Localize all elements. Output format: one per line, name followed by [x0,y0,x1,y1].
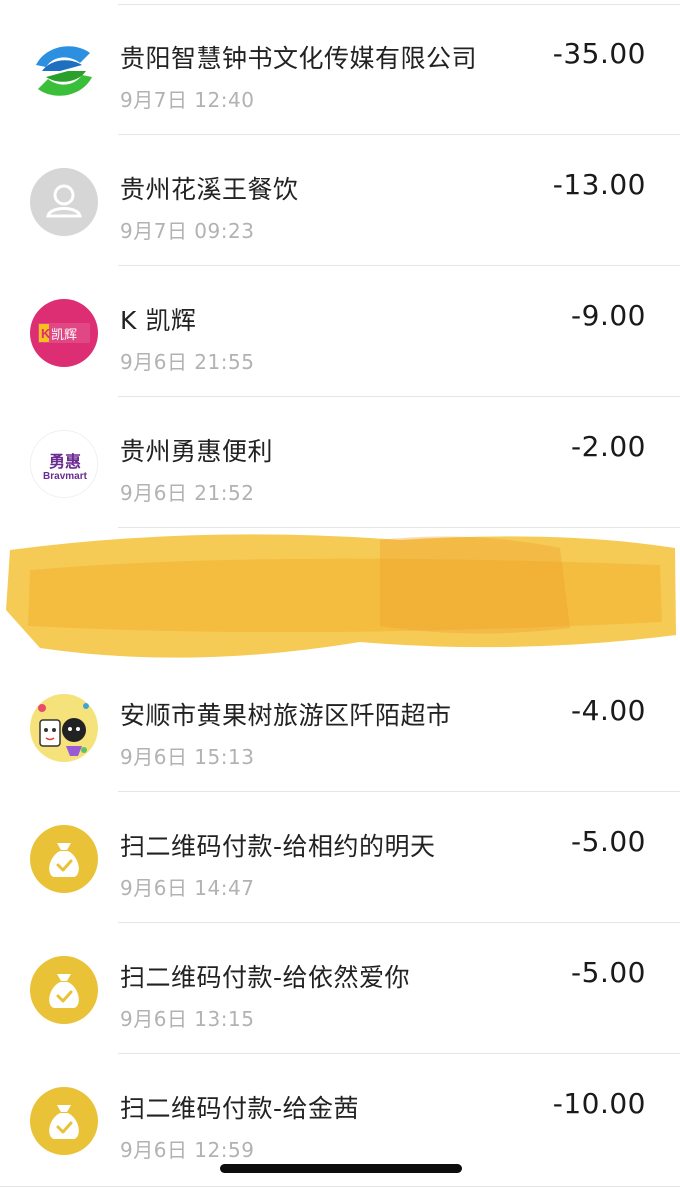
money-bag-icon [30,1087,98,1155]
transaction-name: 扫二维码付款-给依然爱你 [120,963,411,992]
transaction-row[interactable]: K 凯辉 K 凯辉 9月6日 21:55 -9.00 [0,266,680,397]
transaction-time: 9月6日 13:15 [120,1007,255,1031]
money-bag-icon [30,956,98,1024]
transaction-amount: -9.00 [571,299,646,332]
transaction-name: 贵阳智慧钟书文化传媒有限公司 [120,44,478,73]
k-kaihui-logo-icon: K 凯辉 [30,299,98,367]
transaction-name: K 凯辉 [120,306,197,335]
transaction-amount: -5.00 [571,825,646,858]
transaction-row[interactable]: 勇惠 Bravmart 贵州勇惠便利 9月6日 21:52 -2.00 [0,397,680,528]
transaction-row[interactable]: 扫二维码付款-给依然爱你 9月6日 13:15 -5.00 [0,923,680,1054]
transaction-time: 9月7日 12:40 [120,88,255,112]
money-bag-icon [30,825,98,893]
transaction-name: 扫二维码付款-给金茜 [120,1094,360,1123]
transaction-time: 9月6日 21:55 [120,350,255,374]
transaction-row[interactable]: 扫二维码付款-给相约的明天 9月6日 14:47 -5.00 [0,792,680,923]
transaction-time: 9月7日 09:23 [120,219,255,243]
transaction-name: 贵州花溪王餐饮 [120,175,299,204]
transaction-time: 9月6日 14:47 [120,876,255,900]
transaction-amount: -4.00 [571,694,646,727]
cartoon-avatar-icon [30,694,98,762]
transaction-row[interactable]: 贵州花溪王餐饮 9月7日 09:23 -13.00 [0,135,680,266]
transaction-amount: -13.00 [552,168,646,201]
company-logo-icon [30,37,98,105]
svg-text:凯辉: 凯辉 [51,328,77,343]
transaction-amount: -35.00 [552,37,646,70]
transaction-row[interactable]: 安顺市黄果树旅游区阡陌超市 9月6日 15:13 -4.00 [0,661,680,792]
transaction-name: 扫二维码付款-给相约的明天 [120,832,436,861]
transaction-amount: -2.00 [571,430,646,463]
transaction-amount: -5.00 [571,956,646,989]
transaction-name: 贵州勇惠便利 [120,437,274,466]
svg-text:Bravmart: Bravmart [43,471,88,482]
divider [118,527,680,528]
transaction-time: 9月6日 21:52 [120,481,255,505]
bravmart-logo-icon: 勇惠 Bravmart [30,430,98,498]
transaction-row[interactable]: 贵阳智慧钟书文化传媒有限公司 9月7日 12:40 -35.00 [0,4,680,135]
transaction-name: 安顺市黄果树旅游区阡陌超市 [120,701,452,730]
home-indicator[interactable] [220,1164,462,1173]
default-user-icon [30,168,98,236]
svg-text:K: K [41,326,51,341]
transaction-time: 9月6日 15:13 [120,745,255,769]
redaction-scribble [0,530,680,661]
transaction-time: 9月6日 12:59 [120,1138,255,1162]
transaction-amount: -10.00 [552,1087,646,1120]
svg-text:勇惠: 勇惠 [49,452,81,471]
